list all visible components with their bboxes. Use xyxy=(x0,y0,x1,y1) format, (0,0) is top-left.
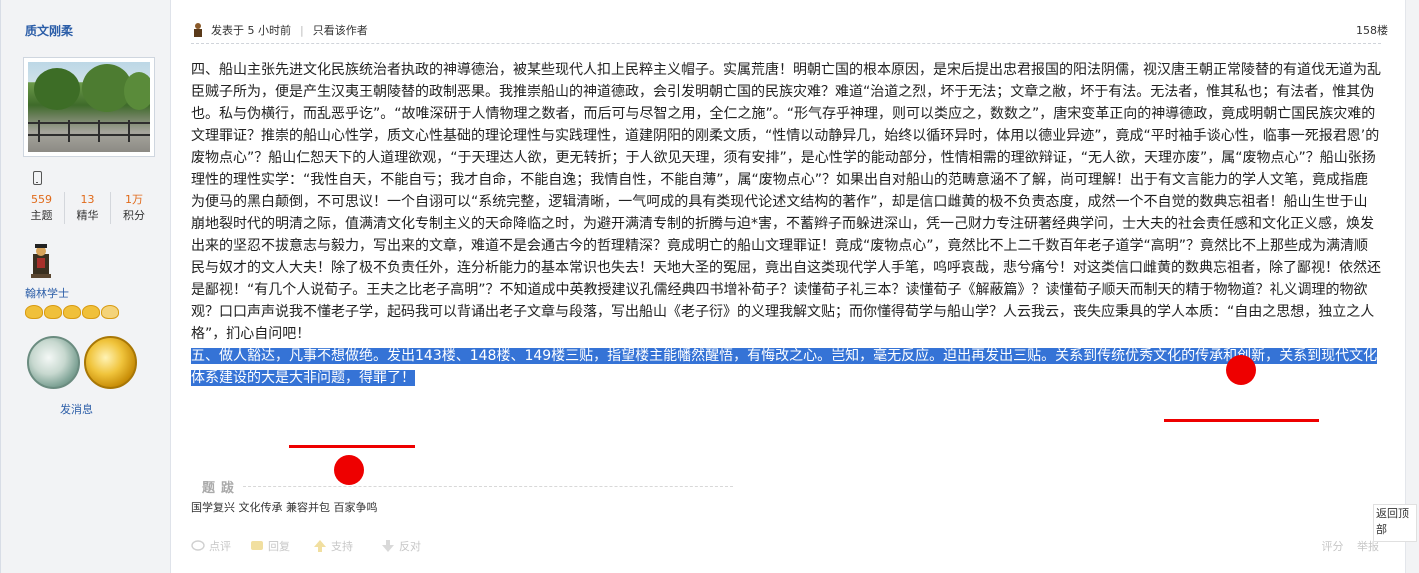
send-message-link[interactable]: 发消息 xyxy=(60,401,93,417)
signature-divider xyxy=(243,486,733,487)
right-gutter xyxy=(1405,0,1419,573)
post-right-actions: 评分 举报 xyxy=(1312,538,1380,554)
author-username[interactable]: 质文刚柔 xyxy=(25,22,73,39)
signature-text: 国学复兴 文化传承 兼容并包 百家争鸣 xyxy=(191,501,378,514)
author-sidebar: 质文刚柔 559 主题 13 精华 1万 积分 翰林学士 发消息 xyxy=(1,0,171,573)
star-icon xyxy=(101,305,119,319)
selected-paragraph-5: 五、做人豁达，凡事不想做绝。发出143楼、148楼、149楼三贴，指望楼主能幡然… xyxy=(191,348,1378,386)
post-meta: 发表于 5 小时前 | 只看该作者 xyxy=(191,22,368,38)
annotation-underline-1 xyxy=(1164,419,1319,422)
support-label: 支持 xyxy=(331,540,353,553)
rate-button[interactable]: 评分 xyxy=(1322,540,1344,553)
annotation-dot-1 xyxy=(1226,355,1256,385)
comment-label: 点评 xyxy=(209,540,231,553)
stat-digest-label: 精华 xyxy=(76,209,99,222)
support-button[interactable]: 支持 xyxy=(313,538,353,554)
oppose-label: 反对 xyxy=(399,540,421,553)
post-content: 四、船山主张先进文化民族统治者执政的神導德治，被某些现代人扣上民粹主义帽子。实属… xyxy=(191,59,1381,389)
annotation-underline-2 xyxy=(289,445,415,448)
stat-digest[interactable]: 13 精华 xyxy=(65,192,111,224)
reply-icon xyxy=(251,541,263,550)
post-frame: 质文刚柔 559 主题 13 精华 1万 积分 翰林学士 发消息 发表于 5 小… xyxy=(0,0,1419,573)
signature-title: 题跋 xyxy=(202,481,241,496)
poster-icon xyxy=(194,23,202,37)
stat-topics[interactable]: 559 主题 xyxy=(19,192,65,224)
author-avatar[interactable] xyxy=(23,57,155,157)
rank-stars xyxy=(25,305,119,319)
meta-divider xyxy=(191,43,1381,44)
paragraph-4: 四、船山主张先进文化民族统治者执政的神導德治，被某些现代人扣上民粹主义帽子。实属… xyxy=(191,62,1381,342)
meta-separator: | xyxy=(300,23,304,37)
rank-title: 翰林学士 xyxy=(25,287,69,300)
stat-points-label: 积分 xyxy=(123,209,145,222)
only-author-link[interactable]: 只看该作者 xyxy=(313,22,368,38)
comment-icon xyxy=(191,540,205,551)
mobile-phone-icon xyxy=(33,171,42,185)
comment-button[interactable]: 点评 xyxy=(191,538,231,554)
post-actions: 点评 回复 支持 反对 评分 举报 xyxy=(172,534,1405,556)
oppose-button[interactable]: 反对 xyxy=(381,538,421,554)
star-icon xyxy=(82,305,100,319)
stat-digest-count: 13 xyxy=(80,193,95,206)
thumbs-down-icon xyxy=(382,540,394,552)
post-time: 发表于 5 小时前 xyxy=(211,24,291,37)
reply-label: 回复 xyxy=(268,540,290,553)
stat-points[interactable]: 1万 积分 xyxy=(111,192,157,224)
back-to-top-button[interactable]: 返回顶部 xyxy=(1373,504,1417,542)
annotation-dot-2 xyxy=(334,455,364,485)
thumbs-up-icon xyxy=(314,540,326,552)
star-icon xyxy=(63,305,81,319)
star-icon xyxy=(44,305,62,319)
rank-scholar-icon xyxy=(31,244,51,278)
medals xyxy=(27,336,137,389)
stat-points-count: 1万 xyxy=(125,193,143,206)
medal-gold-icon[interactable] xyxy=(84,336,137,389)
floor-number[interactable]: 158楼 xyxy=(1356,22,1388,38)
paragraph-5: 五、做人豁达，凡事不想做绝。发出143楼、148楼、149楼三贴，指望楼主能幡然… xyxy=(191,345,1381,389)
star-icon xyxy=(25,305,43,319)
avatar-image xyxy=(28,62,150,152)
stat-topics-label: 主题 xyxy=(30,209,53,222)
medal-jade-icon[interactable] xyxy=(27,336,80,389)
stat-topics-count: 559 xyxy=(31,193,52,206)
reply-button[interactable]: 回复 xyxy=(250,538,290,554)
author-stats: 559 主题 13 精华 1万 积分 xyxy=(19,192,159,224)
post-main: 发表于 5 小时前 | 只看该作者 158楼 四、船山主张先进文化民族统治者执政… xyxy=(172,0,1405,573)
